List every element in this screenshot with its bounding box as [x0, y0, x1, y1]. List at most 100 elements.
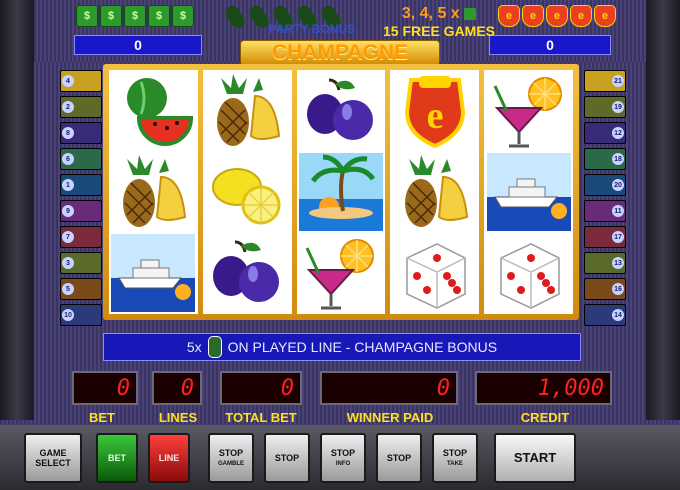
bet-display: 0 [72, 371, 138, 405]
line-indicator: 14 [584, 304, 626, 326]
dollar-symbol-row: $ $ $ $ $ [76, 5, 194, 29]
free-games-title: 3, 4, 5 x [379, 5, 499, 23]
crest-icon: e [594, 5, 616, 27]
dice-icon [484, 233, 573, 314]
svg-text:e: e [426, 95, 443, 137]
line-indicator: 21 [584, 70, 626, 92]
start-button[interactable]: START [494, 433, 576, 483]
pineapple-icon [203, 70, 292, 151]
stop-label: STOP [386, 453, 412, 463]
crest-icon: e [390, 70, 479, 151]
line-indicator: 3 [60, 252, 102, 274]
gamble-sublabel: GAMBLE [218, 460, 244, 467]
stop-label: STOP [218, 447, 244, 458]
total-bet-label: TOTAL BET [225, 410, 297, 425]
line-indicator: 9 [60, 200, 102, 222]
credit-display: 1,000 [475, 371, 612, 405]
info-text: ON PLAYED LINE - CHAMPAGNE BONUS [227, 339, 498, 355]
dollar-icon: $ [148, 5, 170, 27]
line-indicator: 10 [60, 304, 102, 326]
line-number: 16 [612, 283, 624, 295]
info-bar: 5x ON PLAYED LINE - CHAMPAGNE BONUS [103, 333, 581, 361]
credit-label: CREDIT [520, 410, 570, 425]
line-number: 5 [62, 283, 74, 295]
palm-island-icon [297, 151, 386, 232]
stop-label: STOP [330, 447, 356, 458]
winner-paid-display: 0 [320, 371, 458, 405]
game-title: CHAMPAGNE [240, 40, 440, 66]
yacht-icon [109, 233, 198, 314]
start-label: START [513, 450, 557, 465]
bet-label: BET [89, 410, 115, 425]
line-number: 4 [62, 75, 74, 87]
cocktail-icon [484, 70, 573, 151]
lemon-icon [203, 151, 292, 232]
dice-icon [390, 233, 479, 314]
reel-2 [202, 70, 292, 314]
line-indicator: 5 [60, 278, 102, 300]
line-number: 19 [612, 101, 624, 113]
dollar-icon [464, 7, 477, 20]
stop-label: STOP [442, 447, 468, 458]
line-indicator: 11 [584, 200, 626, 222]
line-number: 1 [62, 179, 74, 191]
line-indicator: 12 [584, 122, 626, 144]
right-bonus-counter: 0 [489, 35, 611, 55]
bet-button-label: BET [108, 453, 126, 463]
plum-icon [297, 70, 386, 151]
game-select-button[interactable]: GAME SELECT [24, 433, 82, 483]
line-number: 21 [612, 75, 624, 87]
line-number: 6 [62, 153, 74, 165]
cocktail-icon [297, 233, 386, 314]
free-games-multiplier: 3, 4, 5 x [401, 5, 460, 22]
line-number: 12 [612, 127, 624, 139]
free-games-subtitle: 15 FREE GAMES [382, 23, 496, 39]
winner-paid-label: WINNER PAID [346, 410, 434, 425]
stop-1-button[interactable]: STOP GAMBLE [208, 433, 254, 483]
lines-display: 0 [152, 371, 202, 405]
champagne-bottle-icon [207, 336, 222, 358]
crest-icon: e [546, 5, 568, 27]
champagne-bottle-icon [222, 3, 248, 31]
stop-2-button[interactable]: STOP [264, 433, 310, 483]
yacht-icon [484, 151, 573, 232]
game-select-label: GAME SELECT [35, 448, 71, 468]
reel-5 [484, 70, 573, 314]
line-indicator: 18 [584, 148, 626, 170]
stop-5-button[interactable]: STOP TAKE [432, 433, 478, 483]
left-line-indicators: 4 2 8 6 1 9 7 3 5 10 [60, 70, 102, 326]
line-number: 10 [62, 309, 74, 321]
crest-symbol-row: e e e e e [498, 5, 616, 29]
line-number: 8 [62, 127, 74, 139]
line-button[interactable]: LINE [148, 433, 190, 483]
reel-3 [296, 70, 386, 314]
dollar-icon: $ [76, 5, 98, 27]
take-sublabel: TAKE [447, 460, 463, 467]
line-indicator: 20 [584, 174, 626, 196]
info-multiplier: 5x [186, 339, 202, 355]
total-bet-display: 0 [220, 371, 302, 405]
bet-button[interactable]: BET [96, 433, 138, 483]
cabinet-side-left [0, 0, 34, 420]
dollar-icon: $ [172, 5, 194, 27]
dollar-icon: $ [100, 5, 122, 27]
plum-icon [203, 233, 292, 314]
line-indicator: 6 [60, 148, 102, 170]
crest-icon: e [522, 5, 544, 27]
info-sublabel: INFO [335, 460, 351, 467]
line-indicator: 19 [584, 96, 626, 118]
line-number: 9 [62, 205, 74, 217]
line-button-label: LINE [158, 453, 180, 463]
line-indicator: 13 [584, 252, 626, 274]
reel-area: e [109, 70, 573, 314]
line-indicator: 17 [584, 226, 626, 248]
line-number: 11 [612, 205, 624, 217]
stop-4-button[interactable]: STOP [376, 433, 422, 483]
watermelon-icon [109, 70, 198, 151]
crest-icon: e [498, 5, 520, 27]
pineapple-icon [390, 151, 479, 232]
line-indicator: 4 [60, 70, 102, 92]
stop-3-button[interactable]: STOP INFO [320, 433, 366, 483]
lines-label: LINES [158, 410, 198, 425]
party-bonus-label: PARTY BONUS [268, 22, 356, 36]
